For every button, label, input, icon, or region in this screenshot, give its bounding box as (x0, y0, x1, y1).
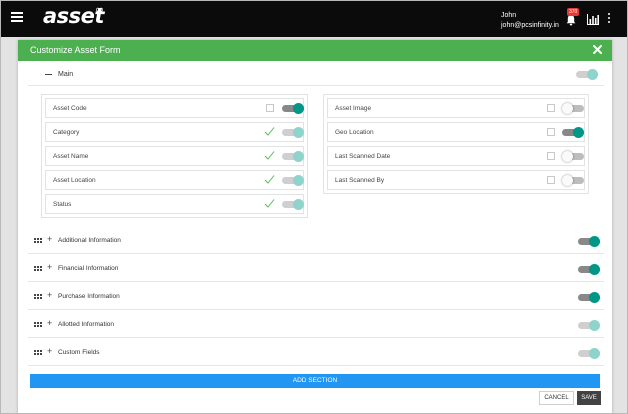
section-allotted-information[interactable]: + Allotted Information (28, 311, 604, 338)
cancel-button[interactable]: CANCEL (539, 391, 574, 405)
plus-icon[interactable]: + (47, 263, 52, 272)
plus-icon[interactable]: + (47, 291, 52, 300)
section-toggle[interactable] (578, 264, 600, 276)
plus-icon[interactable]: + (47, 235, 52, 244)
plus-icon[interactable]: + (47, 347, 52, 356)
field-toggle[interactable] (562, 151, 584, 163)
check-icon (264, 151, 275, 160)
section-financial-information[interactable]: + Financial Information (28, 255, 604, 282)
notification-badge: 370 (567, 8, 580, 16)
user-name: John (501, 12, 517, 19)
check-icon (264, 199, 275, 208)
field-label: Category (53, 129, 80, 136)
field-toggle[interactable] (562, 103, 584, 115)
bar-chart-icon[interactable] (587, 14, 599, 25)
field-category: Category (45, 122, 304, 142)
drag-handle-icon[interactable] (34, 266, 42, 271)
field-asset-location: Asset Location (45, 170, 304, 190)
save-button[interactable]: SAVE (577, 391, 601, 405)
field-label: Status (53, 201, 72, 208)
drag-handle-icon[interactable] (34, 294, 42, 299)
field-last-scanned-date: Last Scanned Date (327, 146, 585, 166)
kebab-icon[interactable] (607, 13, 611, 25)
field-label: Asset Name (53, 153, 89, 160)
field-checkbox[interactable] (266, 104, 274, 112)
user-email: john@pcsinfinity.in (501, 22, 559, 29)
section-custom-fields[interactable]: + Custom Fields (28, 339, 604, 366)
section-label: Additional Information (58, 237, 121, 244)
field-toggle[interactable] (282, 103, 304, 115)
section-toggle[interactable] (578, 236, 600, 248)
modal-header: Customize Asset Form (18, 40, 612, 61)
field-toggle[interactable] (282, 199, 304, 211)
add-section-button[interactable]: ADD SECTION (30, 374, 600, 388)
field-checkbox[interactable] (547, 128, 555, 136)
main-section-toggle[interactable] (576, 69, 598, 81)
check-icon (264, 127, 275, 136)
plus-icon[interactable]: + (47, 319, 52, 328)
field-toggle[interactable] (282, 175, 304, 187)
drag-handle-icon[interactable] (34, 238, 42, 243)
section-toggle[interactable] (578, 320, 600, 332)
infinity-icon: ∞ (95, 3, 105, 16)
field-label: Asset Image (335, 105, 372, 112)
field-geo-location: Geo Location (327, 122, 585, 142)
top-bar: asset ∞ John john@pcsinfinity.in 370 (1, 1, 627, 37)
section-label: Financial Information (58, 265, 119, 272)
field-toggle[interactable] (562, 175, 584, 187)
section-label: Allotted Information (58, 321, 115, 328)
field-label: Last Scanned Date (335, 153, 391, 160)
field-toggle[interactable] (562, 127, 584, 139)
drag-handle-icon[interactable] (34, 350, 42, 355)
customize-form-modal: Customize Asset Form Main Asset Code Cat… (18, 40, 612, 413)
field-checkbox[interactable] (547, 152, 555, 160)
field-toggle[interactable] (282, 151, 304, 163)
field-last-scanned-by: Last Scanned By (327, 170, 585, 190)
drag-handle-icon[interactable] (34, 322, 42, 327)
user-info[interactable]: John john@pcsinfinity.in (501, 11, 559, 31)
modal-title: Customize Asset Form (30, 45, 121, 55)
field-asset-image: Asset Image (327, 98, 585, 118)
section-additional-information[interactable]: + Additional Information (28, 227, 604, 254)
field-asset-code: Asset Code (45, 98, 304, 118)
close-icon[interactable] (593, 45, 602, 54)
section-label: Custom Fields (58, 349, 100, 356)
app-window: asset ∞ John john@pcsinfinity.in 370 Cus… (0, 0, 628, 414)
field-toggle[interactable] (282, 127, 304, 139)
field-label: Geo Location (335, 129, 374, 136)
section-toggle[interactable] (578, 292, 600, 304)
check-icon (264, 175, 275, 184)
main-section-row: Main (28, 64, 604, 86)
field-status: Status (45, 194, 304, 214)
field-label: Last Scanned By (335, 177, 385, 184)
field-label: Asset Code (53, 105, 87, 112)
field-checkbox[interactable] (547, 176, 555, 184)
section-toggle[interactable] (578, 348, 600, 360)
field-asset-name: Asset Name (45, 146, 304, 166)
main-section-label: Main (58, 71, 74, 78)
field-label: Asset Location (53, 177, 96, 184)
minus-icon[interactable] (45, 74, 52, 75)
field-checkbox[interactable] (547, 104, 555, 112)
hamburger-icon[interactable] (11, 12, 23, 24)
section-label: Purchase Information (58, 293, 120, 300)
section-purchase-information[interactable]: + Purchase Information (28, 283, 604, 310)
